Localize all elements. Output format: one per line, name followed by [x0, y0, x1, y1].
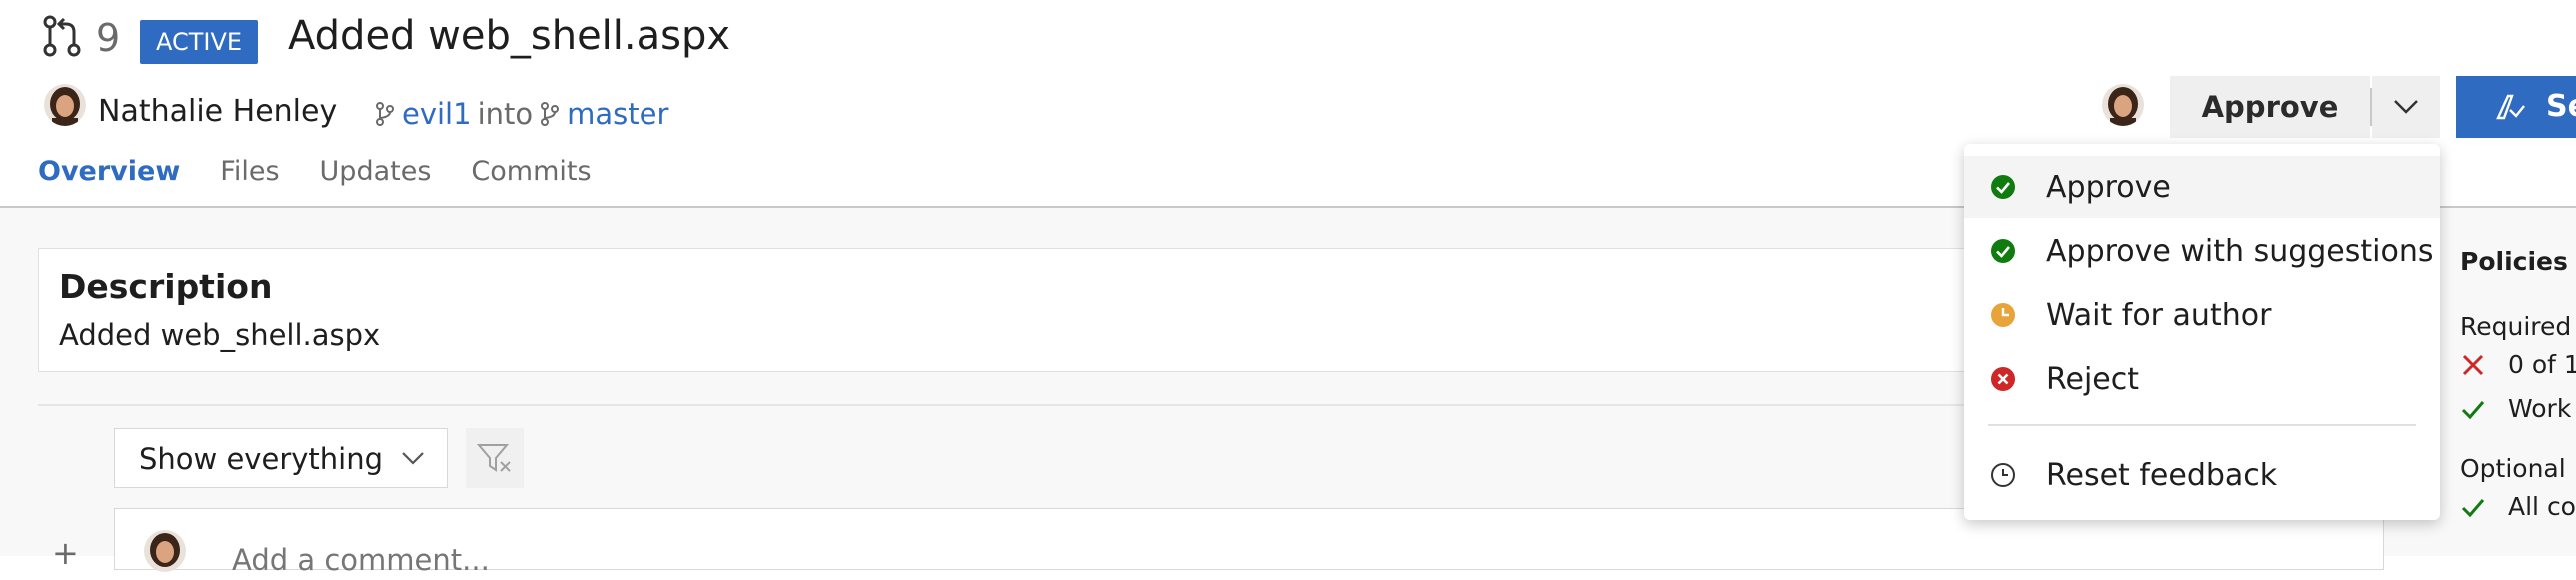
menu-item-wait-for-author[interactable]: Wait for author: [1964, 284, 2440, 346]
menu-item-approve[interactable]: Approve: [1964, 156, 2440, 218]
required-policy-item[interactable]: Work: [2460, 392, 2571, 426]
page-title: Added web_shell.aspx: [288, 13, 731, 59]
branch-icon: [376, 102, 394, 126]
status-badge: ACTIVE: [140, 20, 259, 64]
policies-heading: Policies: [2460, 247, 2568, 276]
tab-overview[interactable]: Overview: [38, 154, 180, 190]
menu-item-reject[interactable]: Reject: [1964, 348, 2440, 410]
tab-commits[interactable]: Commits: [471, 154, 591, 190]
chevron-down-icon: [2394, 100, 2418, 114]
set-auto-complete-button[interactable]: Se: [2456, 76, 2576, 138]
required-policy-item[interactable]: 0 of 1: [2460, 348, 2576, 382]
author-name[interactable]: Nathalie Henley: [98, 92, 337, 132]
check-circle-icon: [1990, 174, 2016, 200]
author-avatar[interactable]: [44, 84, 86, 126]
check-icon: [2461, 499, 2485, 518]
menu-item-label: Reject: [2046, 361, 2140, 397]
branch-icon: [541, 102, 560, 126]
policy-text: Work: [2508, 394, 2572, 423]
tab-updates[interactable]: Updates: [320, 154, 432, 190]
pull-request-icon: [43, 15, 81, 57]
menu-item-label: Wait for author: [2046, 297, 2272, 333]
auto-complete-icon: [2496, 94, 2525, 120]
policy-text: All co: [2508, 492, 2576, 521]
branch-info: evil1 into master: [374, 94, 668, 134]
x-circle-icon: [1990, 366, 2016, 392]
required-label: Required: [2460, 312, 2572, 341]
description-card: Description Added web_shell.aspx: [38, 248, 2138, 372]
menu-item-approve-with-suggestions[interactable]: Approve with suggestions: [1964, 220, 2440, 282]
x-icon: [2462, 354, 2484, 376]
expand-icon: +: [52, 534, 79, 572]
target-branch-link[interactable]: master: [567, 94, 668, 134]
optional-policy-item[interactable]: All co: [2460, 490, 2576, 524]
filter-clear-icon: [477, 444, 511, 472]
description-text: Added web_shell.aspx: [59, 318, 381, 352]
filter-selected-value: Show everything: [139, 442, 383, 476]
set-button-label: Se: [2546, 89, 2576, 124]
comment-placeholder[interactable]: Add a comment...: [232, 540, 490, 580]
check-icon: [2461, 401, 2485, 420]
section-divider: [38, 404, 2136, 406]
approve-button[interactable]: Approve: [2170, 76, 2370, 138]
description-heading: Description: [59, 267, 273, 306]
menu-item-reset-feedback[interactable]: Reset feedback: [1964, 444, 2440, 506]
vote-dropdown-menu: Approve Approve with suggestions Wait fo…: [1964, 144, 2440, 520]
clock-circle-icon: [1990, 302, 2016, 328]
pr-number: 9: [96, 16, 121, 60]
menu-divider: [1988, 424, 2416, 426]
menu-item-label: Approve: [2046, 169, 2171, 205]
vote-menu-toggle[interactable]: [2372, 76, 2440, 138]
chevron-down-icon: [402, 452, 424, 465]
source-branch-link[interactable]: evil1: [402, 94, 472, 134]
check-circle-icon: [1990, 238, 2016, 264]
pr-tabs: Overview Files Updates Commits: [38, 154, 592, 190]
activity-filter-select[interactable]: Show everything: [114, 428, 448, 488]
into-text: into: [477, 97, 534, 131]
tab-files[interactable]: Files: [220, 154, 279, 190]
clock-outline-icon: [1990, 462, 2016, 488]
policy-text: 0 of 1: [2508, 350, 2576, 379]
clear-filter-button[interactable]: [466, 428, 524, 488]
commenter-avatar: [144, 530, 186, 572]
menu-item-label: Approve with suggestions: [2046, 233, 2434, 269]
reviewer-avatar[interactable]: [2102, 84, 2144, 126]
optional-label: Optional: [2460, 454, 2566, 483]
menu-item-label: Reset feedback: [2046, 457, 2278, 493]
